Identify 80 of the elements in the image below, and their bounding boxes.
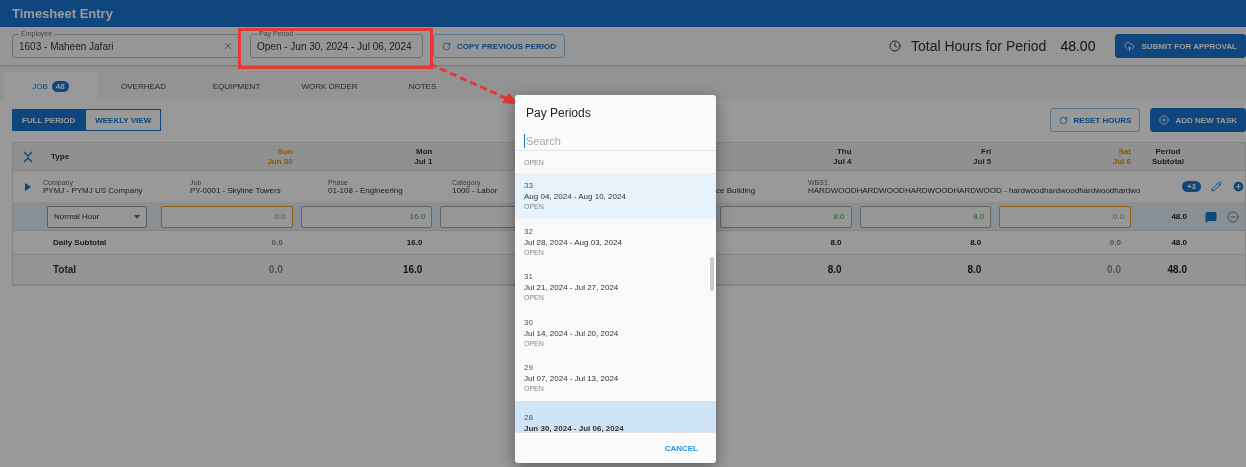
period-number: 33 <box>524 181 534 191</box>
clock-icon <box>889 40 901 52</box>
period-dates: Jul 07, 2024 - Jul 13, 2024 <box>524 374 620 384</box>
view-toggle-button[interactable]: WEEKLY VIEW <box>85 109 162 131</box>
reset-hours-button[interactable]: RESET HOURS <box>1049 108 1141 132</box>
period-subtotal: 48.0 <box>1166 264 1188 275</box>
day-header: Mon Jul 1 <box>413 146 433 167</box>
field-value: PYMJ - PYMJ US Company <box>43 185 143 195</box>
period-dates: Jul 28, 2024 - Aug 03, 2024 <box>524 237 623 247</box>
plus-circle-icon[interactable] <box>1232 180 1245 193</box>
hours-total: 8.0 <box>969 238 983 247</box>
hours-input[interactable]: 16.0 <box>300 205 433 228</box>
submit-button[interactable]: SUBMIT FOR APPROVAL <box>1115 34 1246 58</box>
dialog-title: Pay Periods <box>525 105 592 122</box>
field-value: ce Building <box>716 185 756 195</box>
count-badge: 48 <box>51 80 69 92</box>
period-number: 32 <box>524 226 534 236</box>
total-hours-label: Total Hours for Period <box>911 38 1047 54</box>
refresh-icon <box>1058 115 1068 125</box>
field-value: PY-0001 - Skyline Towers <box>190 185 281 195</box>
view-toggle-button[interactable]: FULL PERIOD <box>12 109 86 131</box>
hours-total: 16.0 <box>405 238 424 247</box>
cancel-button[interactable]: CANCEL <box>658 442 704 454</box>
period-subtotal: 48.0 <box>1170 238 1188 247</box>
hours-total: 0.0 <box>1106 264 1122 275</box>
hours-total: 0.0 <box>270 238 284 247</box>
plus-circle-icon <box>1159 115 1170 125</box>
hours-total: 8.0 <box>826 264 843 275</box>
hours-total: 0.0 <box>267 264 284 275</box>
field-value: 1000 - Labor <box>452 185 498 195</box>
period-number: 31 <box>524 272 534 282</box>
hours-total: 8.0 <box>829 238 843 247</box>
cloud-upload-icon <box>1124 40 1136 52</box>
period-number: 28 <box>524 413 534 423</box>
field-value: Open - Jun 30, 2024 - Jul 06, 2024 <box>257 40 412 52</box>
column-header: Period Subtotal <box>1151 146 1185 167</box>
comment-icon[interactable] <box>1205 210 1217 223</box>
total-hours-value: 48.00 <box>1060 38 1096 54</box>
hours-input[interactable]: 8.0 <box>859 205 992 228</box>
count-badge: +3 <box>1181 181 1201 192</box>
period-dates: Aug 04, 2024 - Aug 10, 2024 <box>524 192 627 202</box>
hour-type-select[interactable]: Normal Hour <box>47 205 147 228</box>
window-title: Timesheet Entry <box>12 6 113 21</box>
row-label: Daily Subtotal <box>52 238 108 247</box>
collapse-all-icon[interactable] <box>23 150 33 163</box>
minus-circle-icon[interactable] <box>1227 210 1239 223</box>
period-dates: Jul 21, 2024 - Jul 27, 2024 <box>524 283 620 293</box>
field-value: 1603 - Maheen Jafari <box>19 40 115 52</box>
period-subtotal: 48.0 <box>1170 212 1188 221</box>
edit-icon[interactable] <box>1211 181 1222 192</box>
hours-total: 0.0 <box>1108 238 1122 247</box>
tab[interactable]: WORK ORDER <box>283 72 376 100</box>
day-header: Sun Jun 30 <box>266 146 293 167</box>
hours-total: 8.0 <box>966 264 983 275</box>
add-task-button[interactable]: ADD NEW TASK <box>1150 108 1246 132</box>
row-label: Total <box>52 264 78 275</box>
field-value: HARDWOODHARDWOODHARDWOODHARDWOOD - hardwoodhardwoodhardwoodhardwo <box>808 185 1141 195</box>
period-number: 30 <box>524 317 534 327</box>
expand-icon[interactable] <box>25 182 31 191</box>
scrollbar[interactable] <box>710 257 714 291</box>
caret-icon <box>134 214 140 219</box>
field-value: 01-108 - Engineering <box>328 185 403 195</box>
period-dates: Jun 30, 2024 - Jul 06, 2024 <box>524 424 625 432</box>
column-header: Type <box>51 152 70 161</box>
day-header: Fri Jul 5 <box>972 146 992 167</box>
tab[interactable]: NOTES <box>376 72 469 100</box>
tab[interactable]: JOB 48 <box>4 72 97 100</box>
tab[interactable]: OVERHEAD <box>97 72 190 100</box>
clear-icon[interactable] <box>223 41 233 51</box>
period-dates: Jul 14, 2024 - Jul 20, 2024 <box>524 328 620 338</box>
tab[interactable]: EQUIPMENT <box>190 72 283 100</box>
search-field[interactable]: Search <box>524 134 707 148</box>
day-header: Sat Jul 6 <box>1111 146 1131 167</box>
pay-period-item[interactable]: 28 Jun 30, 2024 - Jul 06, 2024 <box>515 400 716 432</box>
copy-previous-period-button[interactable]: COPY PREVIOUS PERIOD <box>433 34 565 58</box>
hours-input[interactable]: 8.0 <box>719 205 852 228</box>
refresh-icon <box>442 41 451 51</box>
day-header: Thu Jul 4 <box>832 146 852 167</box>
period-number: 29 <box>524 363 534 373</box>
hours-total: 16.0 <box>401 264 424 275</box>
